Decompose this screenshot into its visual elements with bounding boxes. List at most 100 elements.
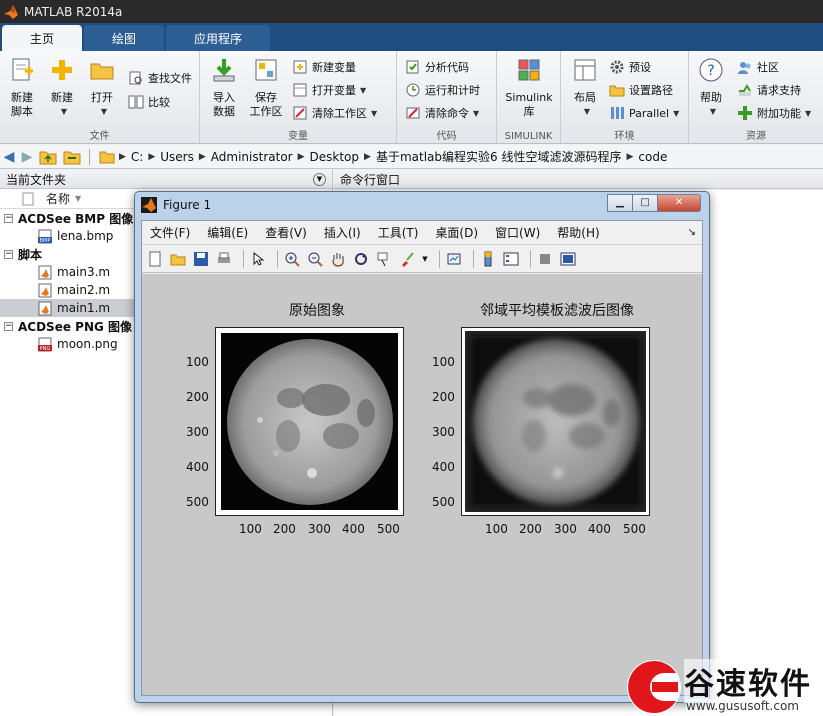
clear-workspace-button[interactable]: 清除工作区 ▼ <box>292 103 377 123</box>
compare-button[interactable]: 比较 <box>128 92 170 112</box>
back-icon[interactable]: ◀ <box>0 149 18 165</box>
menu-window[interactable]: 窗口(W) <box>495 224 540 241</box>
pan-hand-icon[interactable] <box>329 250 347 268</box>
parallel-button[interactable]: Parallel ▼ <box>609 103 679 123</box>
breadcrumb-item[interactable]: Administrator <box>211 150 293 164</box>
breadcrumb-separator: ▶ <box>119 151 126 162</box>
current-folder-title: 当前文件夹 <box>6 172 67 187</box>
y-tick-label: 500 <box>432 495 455 509</box>
new-script-icon <box>12 58 33 81</box>
breadcrumb-item[interactable]: 基于matlab编程实验6 线性空域滤波源码程序 <box>376 148 622 165</box>
breadcrumb-item[interactable]: C: <box>131 150 143 164</box>
rotate-3d-icon[interactable] <box>352 250 370 268</box>
chevron-down-icon[interactable]: ▼ <box>421 250 429 268</box>
print-icon[interactable] <box>215 250 233 268</box>
data-cursor-icon[interactable] <box>375 250 393 268</box>
menu-view[interactable]: 查看(V) <box>265 224 307 241</box>
close-icon[interactable]: ✕ <box>657 194 701 212</box>
menu-overflow-icon[interactable]: ↘ <box>688 227 696 238</box>
menu-edit[interactable]: 编辑(E) <box>207 224 248 241</box>
menu-file[interactable]: 文件(F) <box>150 224 190 241</box>
browse-folder-icon[interactable] <box>63 149 81 165</box>
title-bar: MATLAB R2014a <box>0 0 823 23</box>
brush-icon[interactable] <box>398 250 416 268</box>
toolbar-divider <box>530 249 531 268</box>
parallel-label: Parallel <box>629 106 670 120</box>
breadcrumb-item[interactable]: code <box>638 150 667 164</box>
figure-title-bar[interactable]: Figure 1 ▁ □ ✕ <box>135 192 709 218</box>
environment-group: 布局 ▼ 预设 设置路径 Parallel ▼ 环境 <box>561 51 689 144</box>
breadcrumb-item[interactable]: Desktop <box>310 150 360 164</box>
collapse-icon[interactable]: − <box>4 213 13 223</box>
save-icon[interactable] <box>192 250 210 268</box>
figure-canvas[interactable]: 原始图象 100 200 300 400 500 100 200 300 400… <box>142 274 702 695</box>
help-button[interactable]: ? 帮助 ▼ <box>691 57 731 119</box>
collapse-icon[interactable]: − <box>4 249 13 259</box>
chevron-down-icon: ▼ <box>473 108 480 118</box>
new-variable-button[interactable]: 新建变量 <box>292 57 356 77</box>
hide-plot-tools-icon[interactable] <box>536 250 554 268</box>
window-controls: ▁ □ ✕ <box>607 194 701 212</box>
import-data-label: 导入 数据 <box>213 91 235 118</box>
current-folder-header: 当前文件夹 ▼ <box>0 170 332 189</box>
import-data-button[interactable]: 导入 数据 <box>204 57 244 119</box>
minimize-icon[interactable]: ▁ <box>607 194 633 212</box>
analyze-code-button[interactable]: 分析代码 <box>405 57 469 77</box>
file-name: main1.m <box>57 301 111 315</box>
breadcrumb-separator: ▶ <box>148 151 156 162</box>
menu-insert[interactable]: 插入(I) <box>324 224 361 241</box>
zoom-in-icon[interactable] <box>283 250 301 268</box>
request-support-button[interactable]: 请求支持 <box>737 80 801 100</box>
layout-button[interactable]: 布局 ▼ <box>565 57 605 119</box>
link-plot-icon[interactable] <box>445 250 463 268</box>
forward-icon[interactable]: ▶ <box>18 149 36 165</box>
new-button[interactable]: 新建 ▼ <box>42 57 82 119</box>
set-path-button[interactable]: 设置路径 <box>609 80 673 100</box>
collapse-icon[interactable]: − <box>4 321 13 331</box>
breadcrumb-item[interactable]: Users <box>160 150 194 164</box>
open-variable-icon <box>293 83 307 97</box>
up-folder-icon[interactable] <box>39 149 57 165</box>
address-bar: ◀ ▶ ▶ C: ▶ Users ▶ Administrator ▶ Deskt… <box>0 145 823 169</box>
png-file-icon: PNG <box>38 337 52 352</box>
maximize-icon[interactable]: □ <box>632 194 658 212</box>
run-and-time-icon <box>406 83 420 97</box>
clear-workspace-icon <box>293 106 307 120</box>
open-button[interactable]: 打开 ▼ <box>82 57 122 119</box>
zoom-out-icon[interactable] <box>306 250 324 268</box>
new-script-button[interactable]: 新建 脚本 <box>2 57 42 119</box>
new-figure-icon[interactable] <box>146 250 164 268</box>
panel-menu-icon[interactable]: ▼ <box>313 172 326 186</box>
save-workspace-button[interactable]: 保存 工作区 <box>244 57 288 119</box>
open-variable-button[interactable]: 打开变量 ▼ <box>292 80 366 100</box>
y-tick-label: 100 <box>186 355 209 369</box>
axes-1[interactable] <box>215 327 404 516</box>
show-plot-tools-icon[interactable] <box>559 250 577 268</box>
file-name: main3.m <box>57 265 111 279</box>
tab-plots[interactable]: 绘图 <box>84 25 165 51</box>
menu-help[interactable]: 帮助(H) <box>557 224 599 241</box>
axes-2[interactable] <box>461 327 650 516</box>
tab-home[interactable]: 主页 <box>2 25 83 51</box>
menu-tools[interactable]: 工具(T) <box>378 224 419 241</box>
addons-button[interactable]: 附加功能 ▼ <box>737 103 811 123</box>
legend-icon[interactable] <box>502 250 520 268</box>
clear-commands-button[interactable]: 清除命令 ▼ <box>405 103 479 123</box>
file-name: main2.m <box>57 283 111 297</box>
figure-window[interactable]: Figure 1 ▁ □ ✕ 文件(F) 编辑(E) 查看(V) 插入(I) 工… <box>134 191 710 703</box>
simulink-library-button[interactable]: Simulink 库 <box>503 57 555 119</box>
open-file-icon[interactable] <box>169 250 187 268</box>
clear-commands-icon <box>406 107 420 119</box>
tab-apps[interactable]: 应用程序 <box>166 25 271 51</box>
find-files-button[interactable]: 查找文件 <box>128 68 192 88</box>
run-and-time-button[interactable]: 运行和计时 <box>405 80 480 100</box>
toolbar-divider <box>439 249 440 268</box>
colorbar-icon[interactable] <box>479 250 497 268</box>
help-icon: ? <box>699 58 723 82</box>
svg-text:?: ? <box>707 63 714 79</box>
menu-desktop[interactable]: 桌面(D) <box>435 224 478 241</box>
community-button[interactable]: 社区 <box>737 57 779 77</box>
pointer-icon[interactable] <box>249 250 267 268</box>
preferences-button[interactable]: 预设 <box>609 57 651 77</box>
gusu-logo-icon <box>627 660 681 714</box>
